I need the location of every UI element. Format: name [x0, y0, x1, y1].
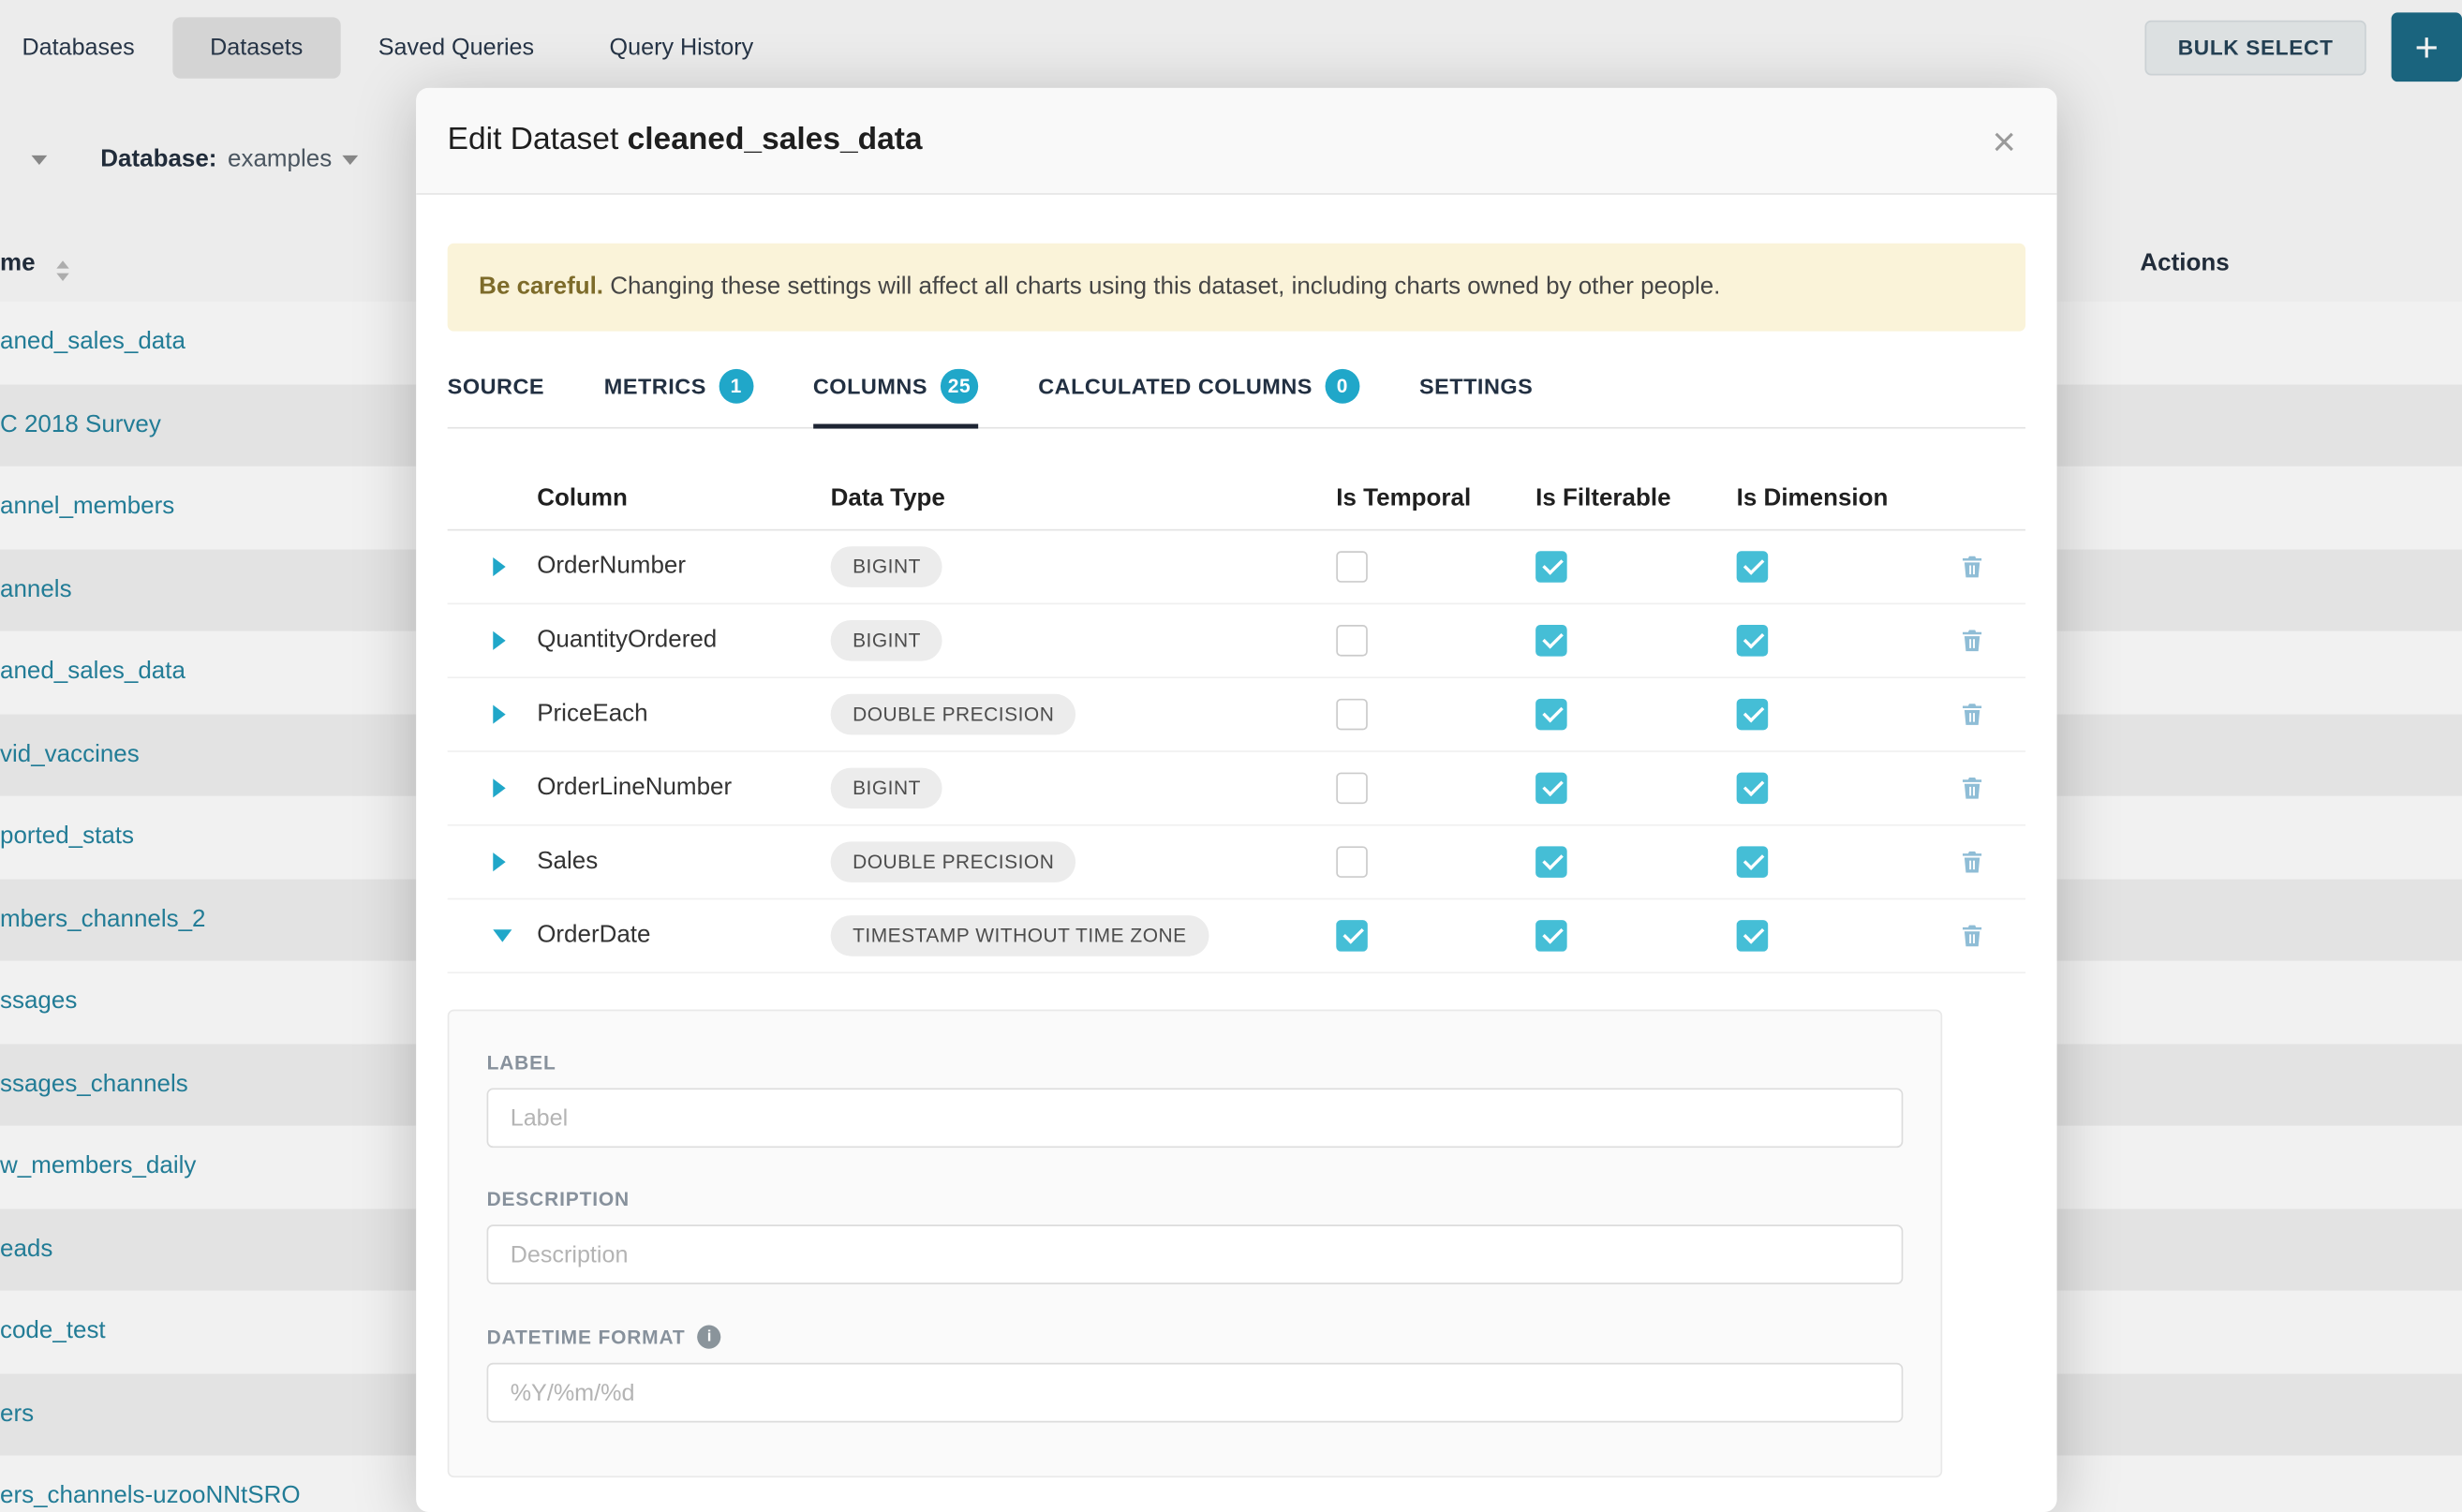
- metrics-count-badge: 1: [719, 369, 753, 404]
- column-name: OrderNumber: [537, 553, 830, 581]
- expand-caret-icon[interactable]: [493, 705, 505, 724]
- expand-caret-icon[interactable]: [493, 852, 505, 871]
- column-row: QuantityOrderedBIGINT: [448, 604, 2025, 678]
- column-name: OrderLineNumber: [537, 774, 830, 802]
- is-filterable-checkbox[interactable]: [1535, 773, 1567, 805]
- label-field: LABEL: [487, 1052, 1904, 1148]
- is-filterable-checkbox[interactable]: [1535, 625, 1567, 657]
- delete-icon[interactable]: [1957, 848, 1985, 876]
- expand-caret-icon[interactable]: [493, 557, 505, 576]
- column-row: OrderDateTIMESTAMP WITHOUT TIME ZONE: [448, 899, 2025, 973]
- field-label-text: DATETIME FORMAT: [487, 1326, 686, 1347]
- delete-icon[interactable]: [1957, 922, 1985, 950]
- edit-dataset-modal: Edit Dataset cleaned_sales_data × Be car…: [416, 88, 2056, 1512]
- warning-text: Changing these settings will affect all …: [610, 274, 1720, 300]
- data-type-pill: BIGINT: [831, 768, 943, 809]
- tab-columns[interactable]: COLUMNS 25: [813, 350, 979, 427]
- datetime-format-field-label: DATETIME FORMAT i: [487, 1326, 1904, 1349]
- is-filterable-checkbox[interactable]: [1535, 699, 1567, 731]
- field-label-text: LABEL: [487, 1052, 556, 1074]
- column-row: OrderLineNumberBIGINT: [448, 752, 2025, 826]
- columns-table-header: Column Data Type Is Temporal Is Filterab…: [448, 467, 2025, 530]
- close-icon[interactable]: ×: [1993, 120, 2016, 161]
- tab-source[interactable]: SOURCE: [448, 350, 544, 427]
- tab-settings[interactable]: SETTINGS: [1419, 350, 1533, 427]
- tab-label: COLUMNS: [813, 374, 927, 399]
- is-temporal-checkbox[interactable]: [1336, 625, 1368, 657]
- is-dimension-checkbox[interactable]: [1737, 699, 1769, 731]
- is-filterable-checkbox[interactable]: [1535, 551, 1567, 583]
- tab-label: SOURCE: [448, 374, 544, 399]
- collapse-caret-icon[interactable]: [493, 929, 512, 941]
- datetime-format-input[interactable]: [487, 1363, 1904, 1423]
- is-filterable-checkbox[interactable]: [1535, 846, 1567, 878]
- description-input[interactable]: [487, 1224, 1904, 1284]
- header-is-temporal: Is Temporal: [1336, 484, 1535, 512]
- calculated-columns-count-badge: 0: [1325, 369, 1359, 404]
- delete-icon[interactable]: [1957, 627, 1985, 655]
- is-dimension-checkbox[interactable]: [1737, 773, 1769, 805]
- is-dimension-checkbox[interactable]: [1737, 625, 1769, 657]
- tab-label: METRICS: [604, 374, 706, 399]
- data-type-pill: DOUBLE PRECISION: [831, 841, 1076, 882]
- tab-label: SETTINGS: [1419, 374, 1533, 399]
- is-temporal-checkbox[interactable]: [1336, 920, 1368, 952]
- data-type-pill: BIGINT: [831, 546, 943, 587]
- delete-icon[interactable]: [1957, 553, 1985, 581]
- is-temporal-checkbox[interactable]: [1336, 551, 1368, 583]
- tab-metrics[interactable]: METRICS 1: [604, 350, 753, 427]
- header-is-filterable: Is Filterable: [1535, 484, 1737, 512]
- modal-title-dataset: cleaned_sales_data: [628, 123, 923, 157]
- column-name: QuantityOrdered: [537, 627, 830, 655]
- column-name: Sales: [537, 848, 830, 876]
- description-field-label: DESCRIPTION: [487, 1189, 1904, 1210]
- warning-bold: Be careful.: [479, 274, 603, 300]
- modal-body: Be careful. Changing these settings will…: [416, 244, 2056, 1477]
- is-dimension-checkbox[interactable]: [1737, 551, 1769, 583]
- column-row: PriceEachDOUBLE PRECISION: [448, 678, 2025, 752]
- warning-banner: Be careful. Changing these settings will…: [448, 244, 2025, 332]
- tab-calculated-columns[interactable]: CALCULATED COLUMNS 0: [1038, 350, 1359, 427]
- is-filterable-checkbox[interactable]: [1535, 920, 1567, 952]
- is-temporal-checkbox[interactable]: [1336, 773, 1368, 805]
- column-editor-panel: LABEL DESCRIPTION DATETIME FORMAT i: [448, 1010, 1943, 1477]
- columns-rows: OrderNumberBIGINTQuantityOrderedBIGINTPr…: [448, 530, 2025, 973]
- label-input[interactable]: [487, 1088, 1904, 1148]
- app: Databases Datasets Saved Queries Query H…: [0, 0, 2462, 1512]
- expand-caret-icon[interactable]: [493, 631, 505, 650]
- header-column: Column: [537, 484, 830, 512]
- expand-caret-icon[interactable]: [493, 778, 505, 797]
- columns-table: Column Data Type Is Temporal Is Filterab…: [448, 467, 2025, 973]
- column-row: SalesDOUBLE PRECISION: [448, 826, 2025, 900]
- is-temporal-checkbox[interactable]: [1336, 699, 1368, 731]
- modal-tabs: SOURCE METRICS 1 COLUMNS 25 CALCULATED C…: [448, 350, 2025, 429]
- modal-title: Edit Dataset cleaned_sales_data: [448, 123, 923, 159]
- is-temporal-checkbox[interactable]: [1336, 846, 1368, 878]
- description-field: DESCRIPTION: [487, 1189, 1904, 1284]
- data-type-pill: BIGINT: [831, 620, 943, 661]
- column-name: OrderDate: [537, 922, 830, 950]
- data-type-pill: DOUBLE PRECISION: [831, 694, 1076, 735]
- column-name: PriceEach: [537, 701, 830, 729]
- column-row: OrderNumberBIGINT: [448, 530, 2025, 604]
- info-icon[interactable]: i: [698, 1326, 721, 1349]
- datetime-format-field: DATETIME FORMAT i: [487, 1326, 1904, 1423]
- delete-icon[interactable]: [1957, 701, 1985, 729]
- header-data-type: Data Type: [831, 484, 1337, 512]
- field-label-text: DESCRIPTION: [487, 1189, 630, 1210]
- label-field-label: LABEL: [487, 1052, 1904, 1074]
- modal-title-prefix: Edit Dataset: [448, 123, 619, 157]
- columns-count-badge: 25: [940, 369, 978, 404]
- tab-label: CALCULATED COLUMNS: [1038, 374, 1313, 399]
- is-dimension-checkbox[interactable]: [1737, 846, 1769, 878]
- header-is-dimension: Is Dimension: [1737, 484, 1918, 512]
- modal-header: Edit Dataset cleaned_sales_data ×: [416, 88, 2056, 195]
- is-dimension-checkbox[interactable]: [1737, 920, 1769, 952]
- data-type-pill: TIMESTAMP WITHOUT TIME ZONE: [831, 915, 1209, 956]
- delete-icon[interactable]: [1957, 774, 1985, 802]
